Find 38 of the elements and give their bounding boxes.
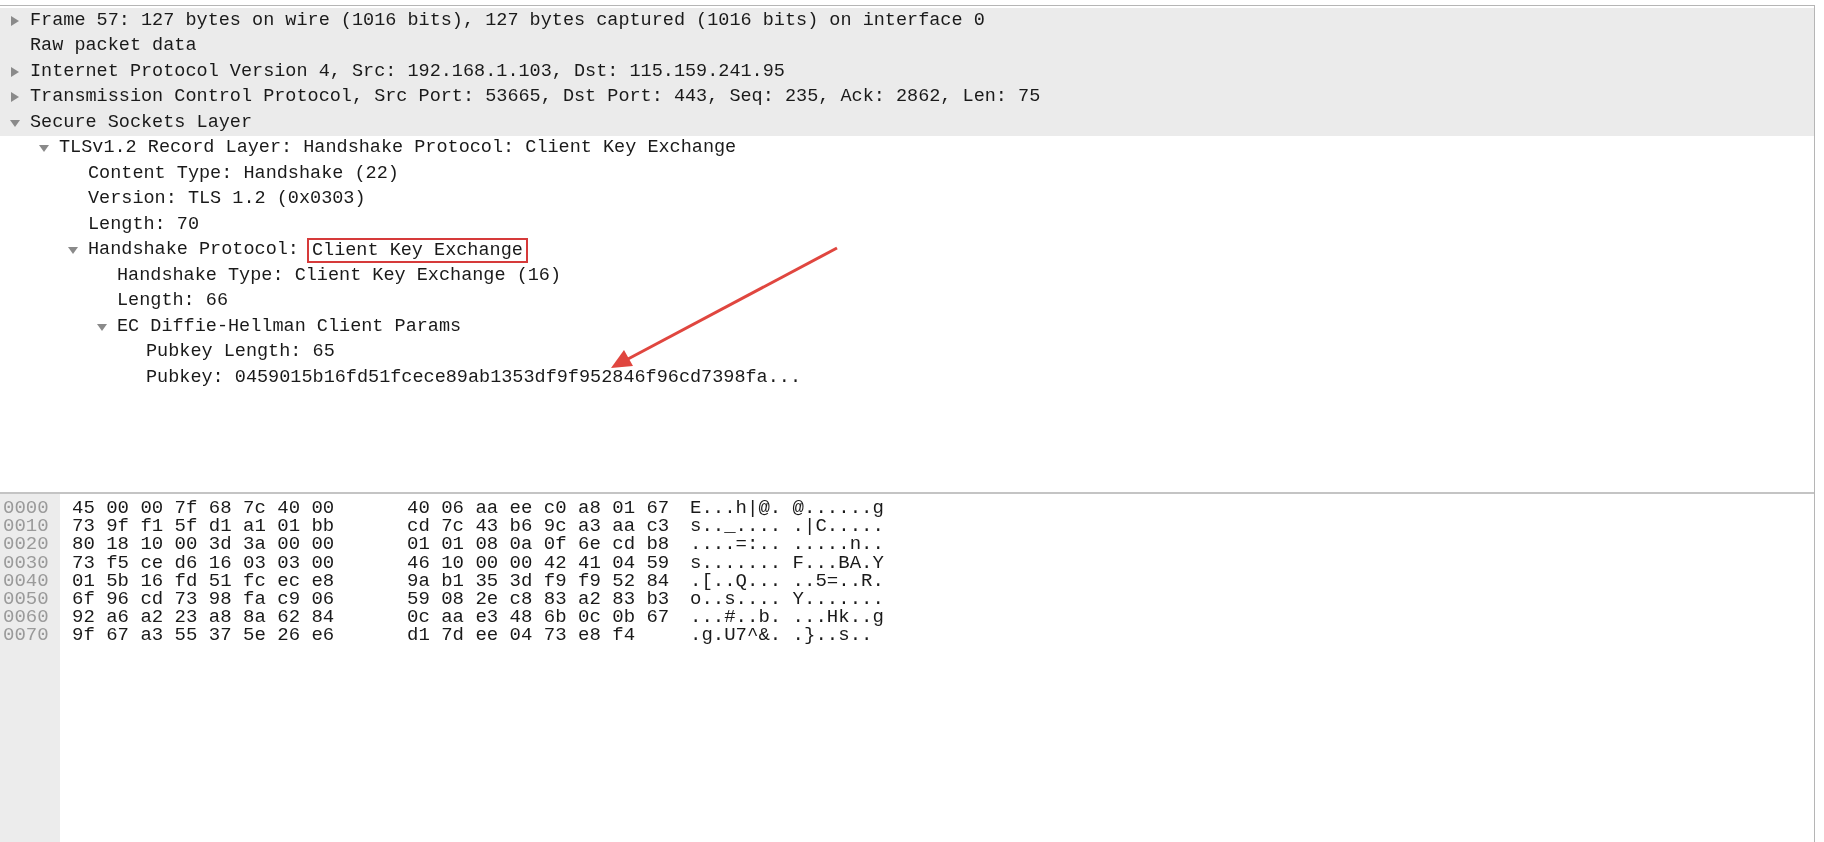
hex-bytes: 6f 96 cd 73 98 fa c9 06: [71, 589, 336, 609]
hex-bytes: 80 18 10 00 3d 3a 00 00: [71, 535, 336, 554]
hex-bytes: 46 10 00 00 42 41 04 59: [407, 553, 671, 572]
hex-bytes: 45 00 00 7f 68 7c 40 00: [71, 499, 336, 518]
offset-label: 0040: [2, 571, 50, 590]
offset-label: 0010: [2, 517, 50, 536]
hex-bytes: 59 08 2e c8 83 a2 83 b3: [407, 589, 671, 609]
hex-bytes: cd 7c 43 b6 9c a3 aa c3: [407, 517, 671, 536]
offset-label: 0050: [2, 589, 50, 609]
hex-bytes: 01 01 08 0a 0f 6e cd b8: [407, 535, 671, 554]
hex-bytes: 9f 67 a3 55 37 5e 26 e6: [71, 626, 336, 645]
ascii-text: .[..Q... ..5=..R.: [690, 571, 884, 590]
tree-item-label[interactable]: Raw packet data: [30, 32, 197, 61]
ascii-text: ....=:.. .....n..: [690, 535, 884, 554]
expand-icon[interactable]: [9, 65, 21, 78]
hex-bytes: d1 7d ee 04 73 e8 f4: [407, 626, 637, 645]
hex-bytes: 9a b1 35 3d f9 f9 52 84: [407, 571, 671, 590]
hex-bytes: 01 5b 16 fd 51 fc ec e8: [71, 571, 336, 590]
ascii-text: s.._.... .|C.....: [690, 517, 884, 536]
ascii-text: o..s.... Y.......: [690, 589, 884, 609]
hex-bytes: 73 f5 ce d6 16 03 03 00: [71, 553, 336, 572]
ascii-text: .g.U7^&. .}..s..: [690, 626, 873, 645]
hex-bytes: 40 06 aa ee c0 a8 01 67: [407, 499, 671, 518]
hex-bytes: 0c aa e3 48 6b 0c 0b 67: [407, 608, 671, 627]
offset-label: 0020: [2, 535, 50, 554]
expand-icon[interactable]: [9, 14, 21, 27]
ascii-text: s....... F...BA.Y: [690, 553, 884, 572]
offset-label: 0060: [2, 608, 50, 627]
ascii-text: E...h|@. @......g: [690, 499, 884, 518]
highlighted-value: Client Key Exchange: [306, 237, 528, 263]
expand-icon[interactable]: [9, 91, 21, 104]
offset-label: 0070: [2, 626, 50, 645]
ascii-text: ...#..b. ...Hk..g: [690, 608, 884, 627]
hex-bytes: 92 a6 a2 23 a8 8a 62 84: [71, 608, 336, 627]
offset-label: 0030: [2, 553, 50, 572]
offset-label: 0000: [2, 499, 50, 518]
hex-bytes: 73 9f f1 5f d1 a1 01 bb: [71, 517, 336, 536]
tree-item-label[interactable]: Secure Sockets Layer: [30, 108, 253, 137]
